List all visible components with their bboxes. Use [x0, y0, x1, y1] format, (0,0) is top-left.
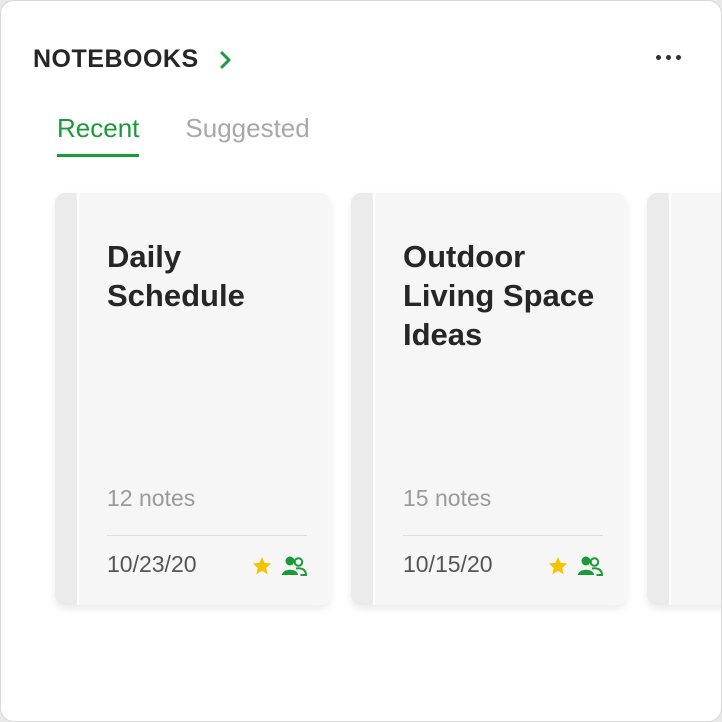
notebook-icons: [251, 555, 307, 577]
star-icon[interactable]: [251, 555, 273, 577]
notebooks-widget: NOTEBOOKS Recent Suggested Daily Schedul…: [0, 0, 722, 722]
tab-recent[interactable]: Recent: [57, 113, 140, 157]
notebook-title: Outdoor Living Space Ideas: [403, 239, 595, 352]
card-divider: [403, 535, 603, 536]
shared-users-icon[interactable]: [577, 555, 603, 577]
notebook-title: Daily Schedule: [107, 239, 245, 313]
more-dot: [676, 55, 681, 60]
tab-suggested[interactable]: Suggested: [185, 113, 309, 157]
more-options-icon[interactable]: [654, 49, 683, 66]
notebook-icons: [547, 555, 603, 577]
notebook-spine: [351, 193, 375, 605]
notebook-card-partial[interactable]: [647, 193, 721, 605]
star-icon[interactable]: [547, 555, 569, 577]
notebook-spine: [647, 193, 671, 605]
more-dot: [666, 55, 671, 60]
notebook-spine: [55, 193, 79, 605]
notebook-tabs: Recent Suggested: [57, 113, 310, 157]
notebooks-title[interactable]: NOTEBOOKS: [33, 45, 199, 74]
shared-users-icon[interactable]: [281, 555, 307, 577]
card-divider: [107, 535, 307, 536]
notebooks-header[interactable]: NOTEBOOKS: [33, 45, 233, 74]
notebook-date: 10/23/20: [107, 551, 197, 577]
notebook-note-count: 15 notes: [403, 485, 492, 511]
notebook-card[interactable]: Outdoor Living Space Ideas 15 notes 10/1…: [351, 193, 627, 605]
notebook-card[interactable]: Daily Schedule 12 notes 10/23/20: [55, 193, 331, 605]
more-dot: [656, 55, 661, 60]
chevron-right-icon[interactable]: [219, 49, 233, 71]
notebook-note-count: 12 notes: [107, 485, 196, 511]
notebook-date: 10/15/20: [403, 551, 493, 577]
